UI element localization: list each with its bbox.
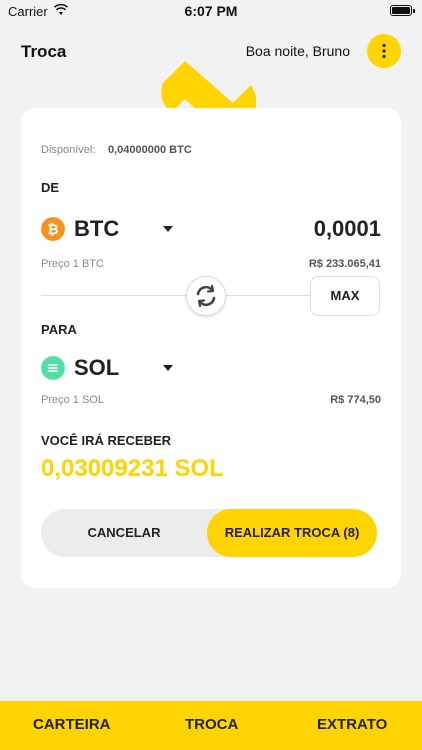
max-button[interactable]: MAX (310, 276, 380, 316)
cancel-button[interactable]: CANCELAR (41, 509, 207, 557)
page-title: Troca (21, 42, 67, 61)
nav-item-extrato[interactable]: EXTRATO (317, 716, 387, 733)
receive-label: VOCÊ IRÁ RECEBER (41, 433, 172, 448)
swap-icon (196, 284, 216, 308)
swap-button[interactable] (186, 276, 226, 316)
more-vertical-icon (382, 43, 386, 59)
battery-icon (390, 5, 415, 16)
nav-item-carteira[interactable]: CARTEIRA (33, 716, 111, 733)
status-bar: Carrier 6:07 PM (0, 0, 422, 22)
svg-text:₿: ₿ (47, 222, 58, 238)
clock: 6:07 PM (184, 3, 238, 19)
from-coin-name: BTC (74, 216, 120, 241)
nav-item-troca[interactable]: TROCA (185, 716, 238, 733)
to-coin-selector[interactable]: SOL (41, 355, 181, 381)
bottom-nav: CARTEIRA TROCA EXTRATO (0, 701, 422, 750)
chevron-down-icon (163, 226, 173, 232)
from-price-label: Preço 1 BTC (41, 258, 104, 270)
exchange-card: Disponível: 0,04000000 BTC DE ₿ BTC 0,00… (21, 108, 401, 588)
menu-button[interactable] (367, 34, 401, 68)
from-coin-selector[interactable]: ₿ BTC (41, 216, 181, 242)
to-coin-name: SOL (74, 355, 120, 380)
from-amount-input[interactable]: 0,0001 (314, 216, 381, 242)
from-label: DE (41, 180, 60, 195)
receive-amount: 0,03009231 SOL (41, 455, 224, 482)
action-buttons: CANCELAR REALIZAR TROCA (8) (41, 509, 377, 557)
to-price-value: R$ 774,50 (330, 394, 381, 406)
bitcoin-icon: ₿ (41, 217, 65, 241)
divider (41, 295, 311, 296)
available-balance: 0,04000000 BTC (108, 144, 192, 156)
solana-icon (41, 356, 65, 380)
available-label: Disponível: (41, 144, 96, 156)
chevron-down-icon (163, 365, 173, 371)
to-price-label: Preço 1 SOL (41, 394, 104, 406)
to-label: PARA (41, 322, 77, 337)
confirm-exchange-button[interactable]: REALIZAR TROCA (8) (207, 509, 377, 557)
from-price-value: R$ 233.065,41 (308, 258, 381, 270)
